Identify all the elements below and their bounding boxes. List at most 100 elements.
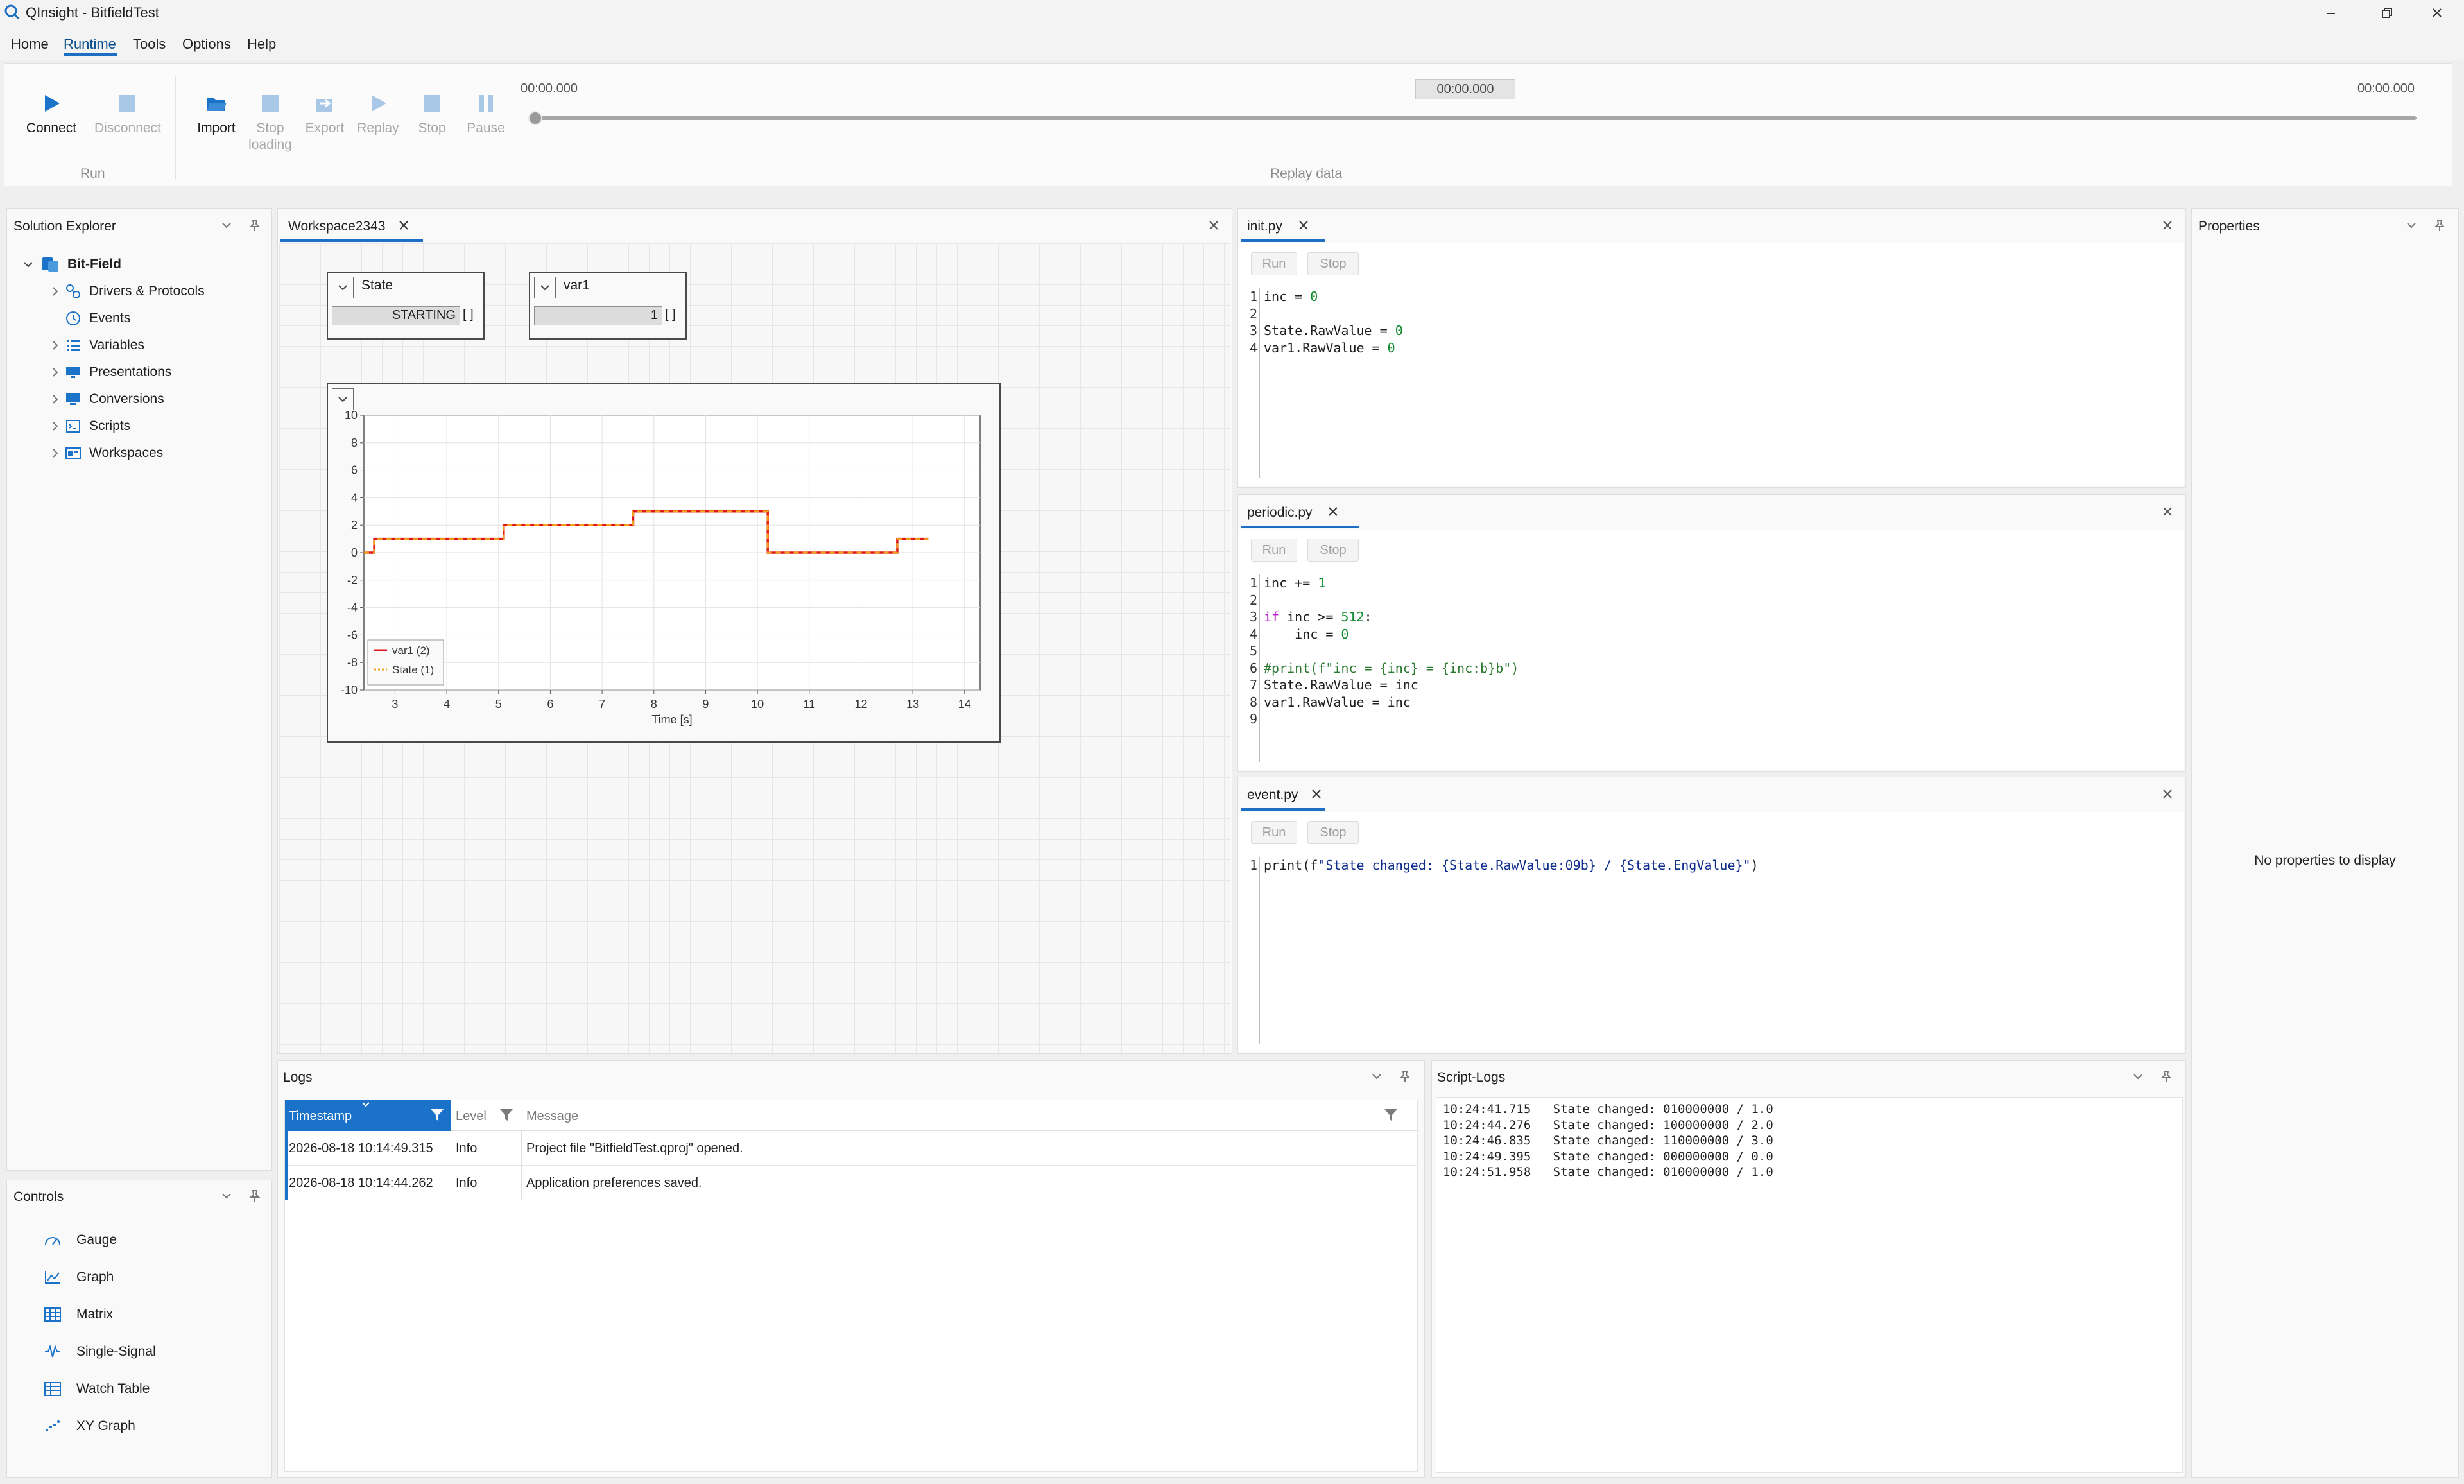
tab-init-script[interactable]: init.py: [1247, 219, 1282, 234]
active-tab-indicator: [1241, 526, 1359, 528]
control-matrix[interactable]: Matrix: [43, 1296, 261, 1333]
chevron-down-icon[interactable]: [219, 1188, 234, 1204]
chevron-down-icon[interactable]: [219, 218, 234, 233]
chevron-down-icon[interactable]: [2404, 218, 2419, 233]
run-script-button[interactable]: Run: [1251, 539, 1297, 562]
code-text[interactable]: inc += 1 if inc >= 512: inc = 0 #print(f"i…: [1264, 574, 1519, 728]
pin-icon[interactable]: [247, 218, 263, 233]
code-text[interactable]: print(f"State changed: {State.RawValue:0…: [1264, 857, 1759, 874]
import-button[interactable]: Import: [189, 87, 244, 137]
close-tab-icon[interactable]: [1309, 786, 1324, 802]
play-icon: [24, 87, 79, 120]
properties-panel: Properties No properties to display: [2191, 208, 2459, 1478]
stop-script-button[interactable]: Stop: [1307, 821, 1359, 844]
chevron-right-icon[interactable]: [46, 363, 65, 382]
workspace-canvas[interactable]: State STARTING [ ] var1 1 [ ] 3 4 5 6 7 8 9 10 1…: [279, 243, 1230, 1053]
control-gauge[interactable]: Gauge: [43, 1221, 261, 1259]
pin-icon[interactable]: [2158, 1069, 2174, 1084]
replay-slider-thumb[interactable]: [528, 111, 542, 125]
column-header-timestamp[interactable]: Timestamp: [285, 1100, 451, 1131]
chevron-down-icon[interactable]: [2130, 1069, 2146, 1084]
restore-button[interactable]: [2357, 1, 2415, 24]
stop-loading-button[interactable]: Stop loading: [243, 87, 298, 153]
run-script-button[interactable]: Run: [1251, 252, 1297, 275]
control-watch-table[interactable]: Watch Table: [43, 1370, 261, 1408]
menu-home[interactable]: Home: [11, 36, 49, 53]
chevron-down-icon[interactable]: [1369, 1069, 1384, 1084]
tree-item-conversions[interactable]: Conversions: [46, 386, 277, 413]
chevron-right-icon[interactable]: [46, 336, 65, 355]
chevron-right-icon[interactable]: [46, 417, 65, 436]
menu-options[interactable]: Options: [182, 36, 231, 53]
tree-item-drivers[interactable]: Drivers & Protocols: [46, 278, 277, 305]
control-single-signal[interactable]: Single-Signal: [43, 1333, 261, 1370]
code-editor[interactable]: Run Stop 1 print(f"State changed: {State.Ra…: [1239, 812, 2184, 1052]
menu-help[interactable]: Help: [247, 36, 276, 53]
widget-menu-button[interactable]: [332, 277, 354, 298]
replay-button[interactable]: Replay: [350, 87, 406, 137]
stop-script-button[interactable]: Stop: [1307, 252, 1359, 275]
event-script-panel: event.py Run Stop 1 print(f"State changed: {…: [1237, 777, 2186, 1054]
var1-unit: [ ]: [665, 307, 676, 322]
column-header-message[interactable]: Message: [521, 1100, 1418, 1131]
var1-value-display: 1: [534, 306, 662, 325]
workspace-icon: [65, 445, 82, 462]
tab-workspace[interactable]: Workspace2343: [288, 219, 385, 234]
table-row[interactable]: 2026-08-18 10:14:44.262 Info Application…: [285, 1166, 1418, 1200]
close-panel-icon[interactable]: [2160, 786, 2175, 802]
stop-button[interactable]: Stop: [404, 87, 460, 137]
chevron-right-icon[interactable]: [46, 390, 65, 409]
tree-children: Drivers & Protocols Events Variables Pre…: [46, 278, 277, 467]
pin-icon[interactable]: [2432, 218, 2447, 233]
control-xy-graph[interactable]: XY Graph: [43, 1408, 261, 1445]
tree-item-variables[interactable]: Variables: [46, 332, 277, 359]
tree-item-workspaces[interactable]: Workspaces: [46, 440, 277, 467]
menu-tools[interactable]: Tools: [133, 36, 166, 53]
tree-item-scripts[interactable]: Scripts: [46, 413, 277, 440]
tab-event-script[interactable]: event.py: [1247, 788, 1298, 803]
pin-icon[interactable]: [1397, 1069, 1413, 1084]
table-row[interactable]: 2026-08-18 10:14:49.315 Info Project fil…: [285, 1131, 1418, 1166]
tree-root-bit-field[interactable]: Bit-Field: [19, 251, 121, 278]
tree-item-events[interactable]: Events: [46, 305, 277, 332]
close-panel-icon[interactable]: [2160, 218, 2175, 233]
disconnect-button[interactable]: Disconnect: [94, 87, 161, 137]
close-panel-icon[interactable]: [1206, 218, 1221, 233]
control-graph[interactable]: Graph: [43, 1259, 261, 1296]
filter-icon[interactable]: [498, 1107, 515, 1123]
close-window-button[interactable]: [2408, 1, 2464, 24]
close-tab-icon[interactable]: [396, 218, 411, 233]
pause-button[interactable]: Pause: [458, 87, 513, 137]
tree-item-presentations[interactable]: Presentations: [46, 359, 277, 386]
state-signal-widget[interactable]: State STARTING [ ]: [327, 272, 485, 340]
chevron-right-icon[interactable]: [46, 282, 65, 301]
run-script-button[interactable]: Run: [1251, 821, 1297, 844]
code-editor[interactable]: Run Stop 1 2 3 4 inc = 0 State.RawValue = 0 var1…: [1239, 243, 2184, 486]
menu-runtime[interactable]: Runtime: [64, 36, 116, 53]
close-panel-icon[interactable]: [2160, 504, 2175, 519]
widget-menu-button[interactable]: [534, 277, 556, 298]
chevron-down-icon[interactable]: [19, 255, 38, 274]
tab-periodic-script[interactable]: periodic.py: [1247, 505, 1313, 521]
chevron-right-icon[interactable]: [46, 444, 65, 463]
stop-script-button[interactable]: Stop: [1307, 539, 1359, 562]
var1-signal-widget[interactable]: var1 1 [ ]: [529, 272, 687, 340]
export-button[interactable]: Export: [297, 87, 352, 137]
connect-button[interactable]: Connect: [24, 87, 79, 137]
close-tab-icon[interactable]: [1296, 218, 1311, 233]
graph-widget[interactable]: 3 4 5 6 7 8 9 10 11 12 13 14 10 8 6 4 2 0 -2 -4 -6 -8 -10 Time …: [327, 383, 1001, 743]
close-tab-icon[interactable]: [1325, 504, 1341, 519]
filter-icon[interactable]: [429, 1107, 445, 1123]
active-menu-indicator: [64, 53, 117, 56]
column-header-level[interactable]: Level: [451, 1100, 521, 1131]
replay-current-time: 00:00.000: [1415, 79, 1515, 99]
replay-slider-track[interactable]: [531, 116, 2417, 120]
filter-icon[interactable]: [1383, 1107, 1399, 1123]
code-text[interactable]: inc = 0 State.RawValue = 0 var1.RawValue =…: [1264, 288, 1403, 356]
minimize-button[interactable]: [2302, 1, 2359, 24]
y-tick-label: 8: [351, 436, 358, 449]
line-chart[interactable]: 3 4 5 6 7 8 9 10 11 12 13 14 10 8 6 4 2 0 -2 -4 -6 -8 -10 Time …: [328, 384, 999, 741]
code-editor[interactable]: Run Stop 1 2 3 4 5 6 7 8 9 inc += 1 if inc >= 512: i…: [1239, 530, 2184, 770]
pin-icon[interactable]: [247, 1188, 263, 1204]
